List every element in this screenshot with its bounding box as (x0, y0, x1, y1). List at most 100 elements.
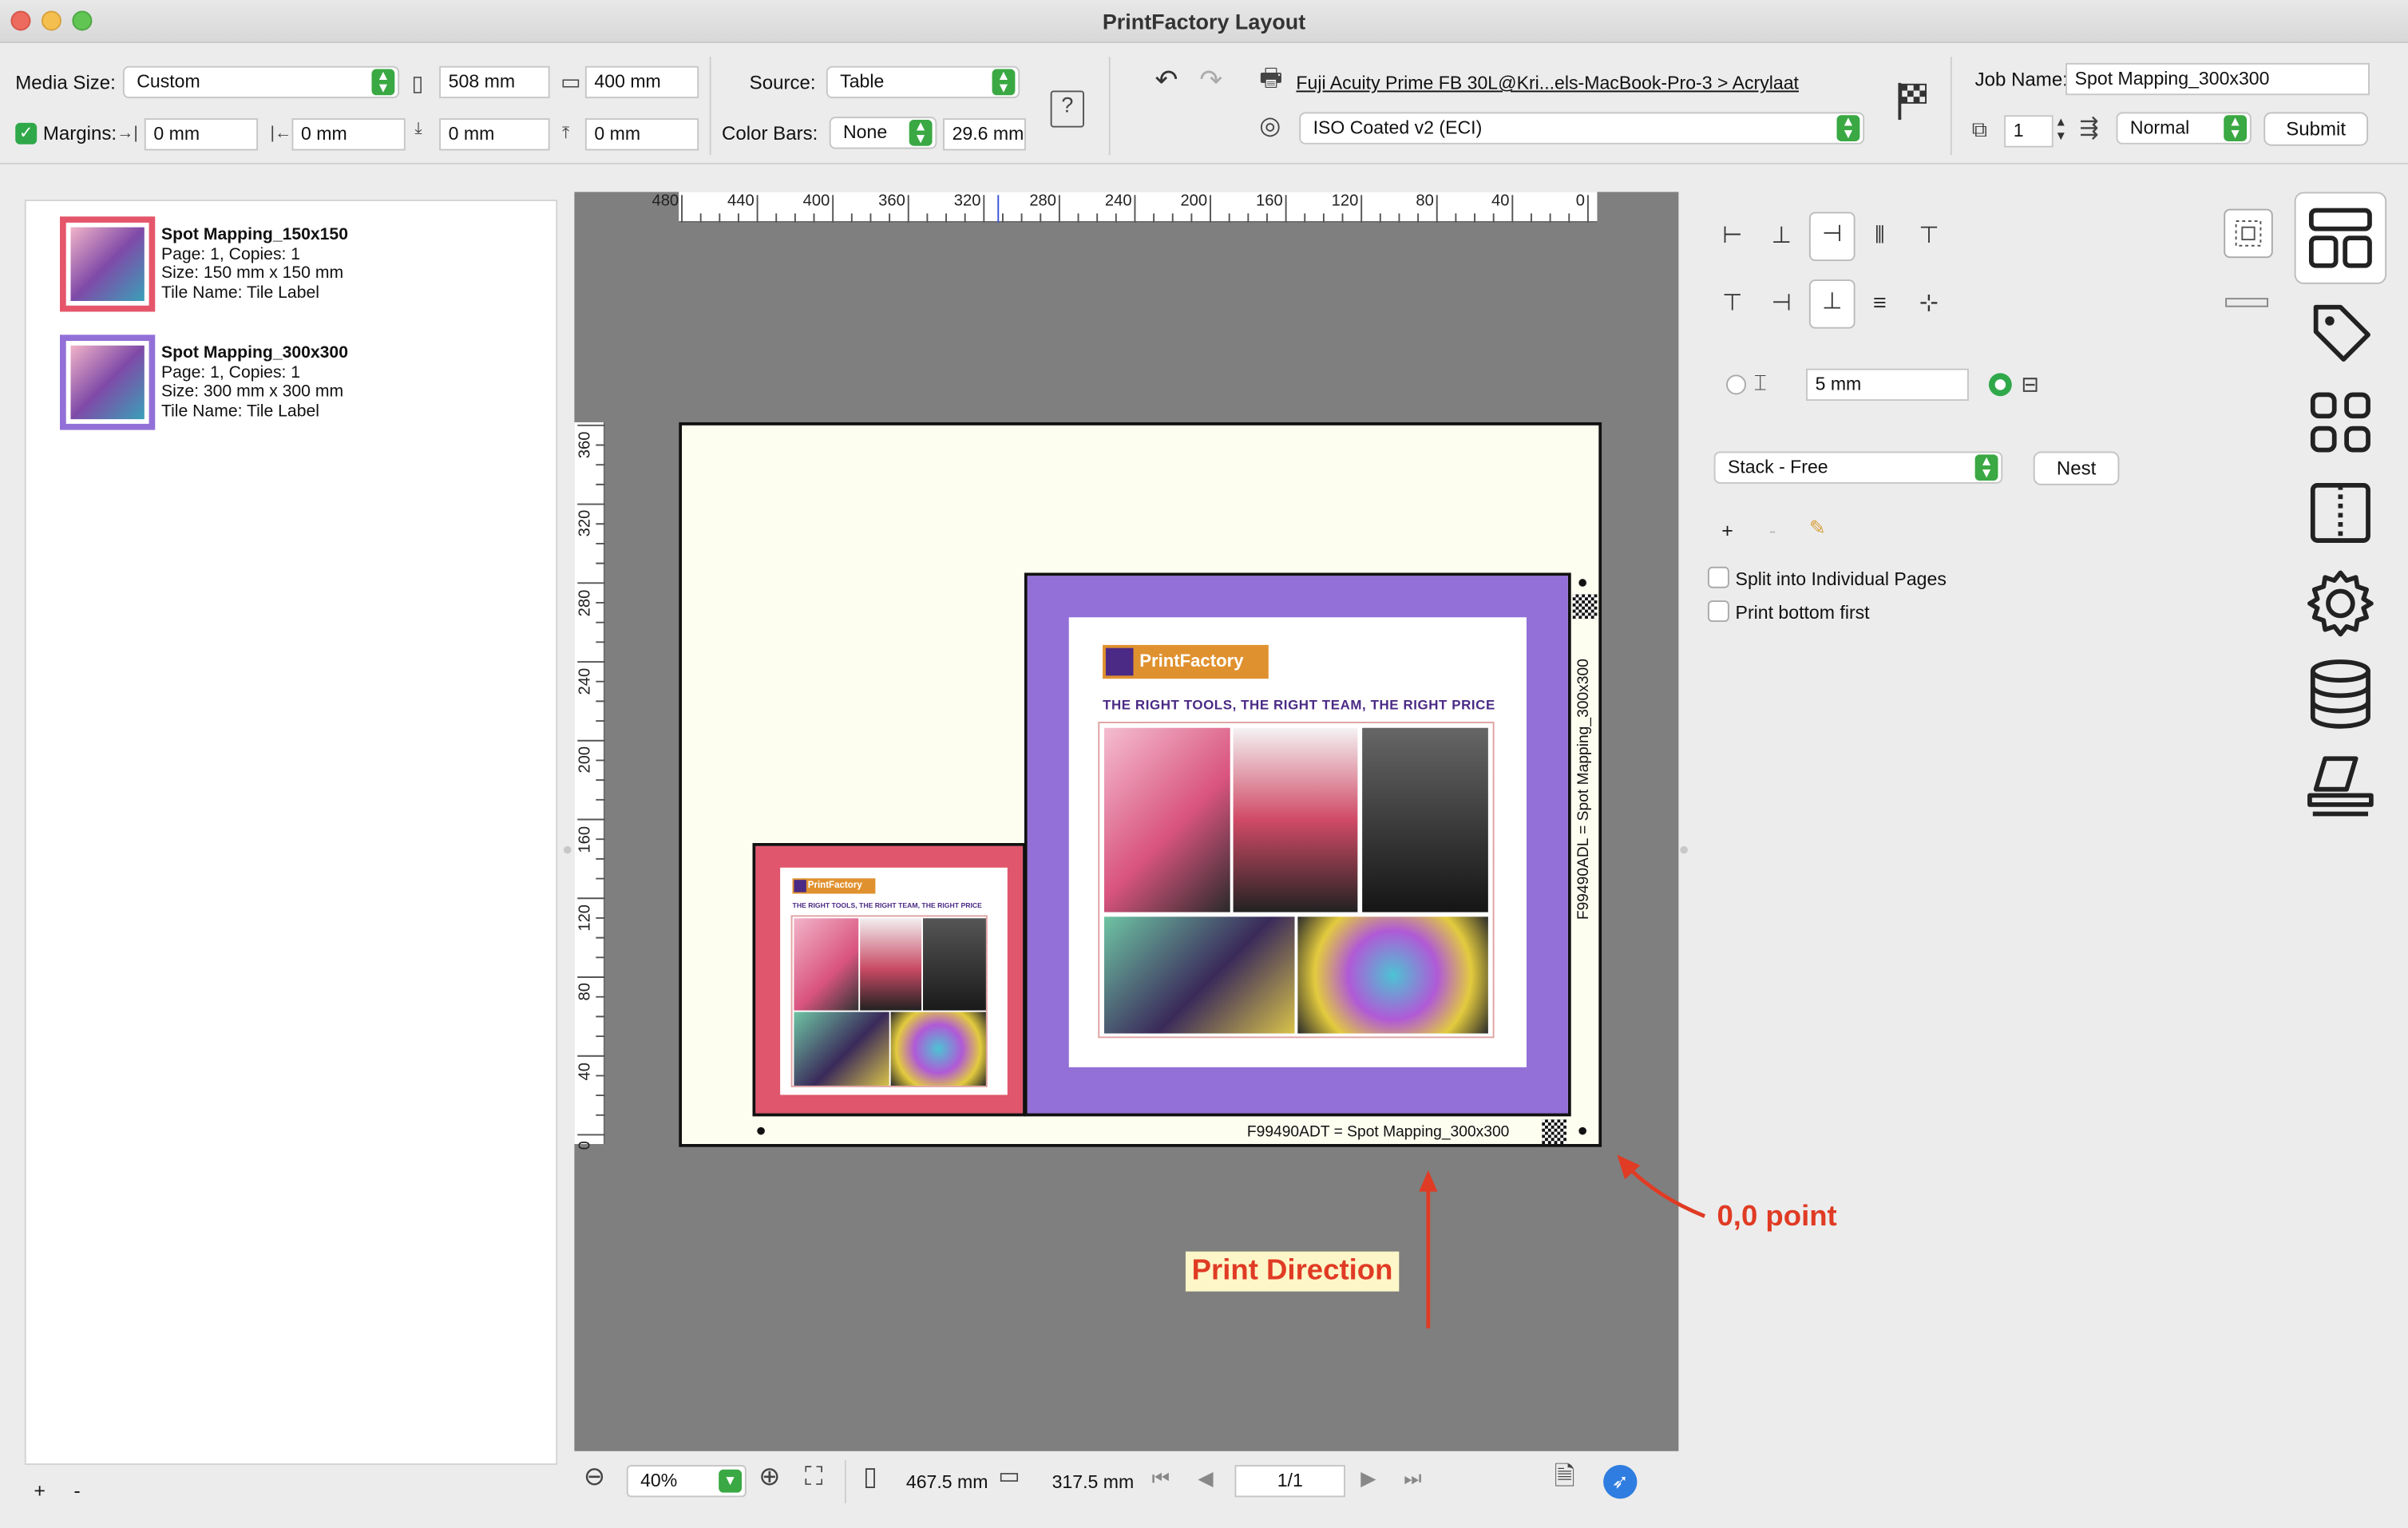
margin-right-icon: →| (117, 124, 138, 143)
gap-field[interactable]: 5 mm (1806, 368, 1969, 402)
title-bar: PrintFactory Layout (0, 0, 2408, 43)
spacing-radio-on[interactable] (1988, 373, 2012, 397)
registration-mark (1578, 1126, 1586, 1135)
last-page-icon[interactable]: ⏭ (1404, 1467, 1422, 1490)
zoom-out-icon[interactable]: ⊖ (584, 1463, 605, 1490)
color-bars-select[interactable]: None ▲ ▼ (829, 117, 937, 149)
align-top-icon[interactable]: ⊤ (1711, 283, 1754, 326)
tag-tab-icon[interactable] (2295, 286, 2386, 378)
copies-icon: ⧉ (1971, 117, 1988, 141)
layout-tab-icon[interactable] (2294, 192, 2387, 284)
media-size-label: Media Size: (15, 72, 116, 94)
print-preview-icon[interactable]: 🗎 (1555, 1463, 1575, 1490)
undo-icon[interactable]: ↶ (1154, 66, 1178, 94)
book-tab-icon[interactable] (2295, 467, 2386, 559)
nest-button[interactable]: Nest (2033, 451, 2120, 485)
print-direction-annotation: Print Direction (1185, 1251, 1400, 1292)
media-height-icon: ▭ (560, 69, 581, 94)
source-select[interactable]: Table ▲ ▼ (826, 65, 1020, 99)
job-list-item[interactable]: Spot Mapping_150x150 Page: 1, Copies: 1 Si… (60, 216, 536, 315)
checkered-flag-icon[interactable] (1892, 78, 1932, 121)
splitter-handle[interactable] (1680, 845, 1688, 854)
select-all-icon[interactable] (2224, 208, 2273, 259)
distribute-v-icon[interactable]: ≡ (1858, 283, 1901, 326)
page-field[interactable]: 1/1 (1234, 1465, 1345, 1498)
copies-stepper[interactable]: ▲ ▼ (2055, 115, 2067, 143)
top-ruler-label: 280 (1029, 192, 1057, 211)
registration-mark (757, 1126, 765, 1135)
print-bottom-first-checkbox[interactable] (1707, 600, 1729, 623)
add-rule-button[interactable]: + (1721, 519, 1733, 542)
first-page-icon[interactable]: ⏮ (1152, 1467, 1170, 1490)
next-page-icon[interactable]: ▶ (1360, 1467, 1376, 1490)
media-sheet[interactable]: PrintFactory THE RIGHT TOOLS, THE RIGHT … (679, 422, 1602, 1147)
photo-graffiti (1103, 916, 1295, 1034)
media-size-select[interactable]: Custom ▲ ▼ (122, 65, 400, 99)
job-title: Spot Mapping_150x150 (160, 225, 348, 244)
job-list-item[interactable]: Spot Mapping_300x300 Page: 1, Copies: 1 Si… (60, 334, 536, 433)
remove-job-button[interactable]: - (73, 1479, 80, 1502)
align-spread-icon[interactable]: ⊤ (1907, 215, 1951, 258)
fit-to-window-icon[interactable]: ⛶ (805, 1463, 823, 1490)
logo-text: PrintFactory (1139, 652, 1244, 671)
submit-button[interactable]: Submit (2263, 112, 2369, 146)
align-bottom-icon[interactable]: ⊥ (1808, 279, 1856, 329)
zoom-select[interactable]: 40% ▼ (626, 1465, 747, 1498)
media-width-field[interactable]: 508 mm (439, 65, 550, 99)
divider (844, 1460, 846, 1504)
margin-bottom-field[interactable]: 0 mm (439, 118, 550, 151)
color-profile-select[interactable]: ISO Coated v2 (ECI) ▲ ▼ (1299, 112, 1865, 144)
distribute-h-icon[interactable]: ⫴ (1858, 215, 1901, 258)
edit-pencil-icon[interactable]: ✎ (1809, 516, 1826, 540)
align-grid-icon[interactable]: ⊹ (1907, 283, 1951, 326)
printer-icon: 🖶 (1259, 65, 1283, 93)
splitter-handle[interactable] (563, 845, 572, 854)
copies-field[interactable]: 1 (2004, 115, 2054, 148)
safari-icon[interactable]: ➶ (1603, 1465, 1638, 1499)
split-pages-checkbox[interactable] (1707, 566, 1729, 588)
chevron-updown-icon: ▲ ▼ (1836, 114, 1860, 141)
margin-right-field[interactable]: 0 mm (144, 118, 259, 151)
color-bar-icon (2225, 298, 2269, 307)
margin-left-icon: |← (270, 124, 292, 143)
redo-icon[interactable]: ↷ (1199, 66, 1222, 94)
job-page-info: Page: 1, Copies: 1 (160, 362, 301, 382)
logo-mark-icon (1105, 647, 1134, 676)
printer-link[interactable]: Fuji Acuity Prime FB 30L@Kri...els-MacBo… (1296, 72, 1799, 93)
split-pages-label: Split into Individual Pages (1735, 568, 1947, 590)
width-measure-icon: ▯ (863, 1462, 878, 1491)
tile-300x300[interactable]: PrintFactory THE RIGHT TOOLS, THE RIGHT … (1024, 572, 1571, 1117)
align-middle-v-icon[interactable]: ⊣ (1760, 283, 1803, 326)
tile-150x150[interactable]: PrintFactory THE RIGHT TOOLS, THE RIGHT … (752, 843, 1026, 1117)
stack-mode-value: Stack - Free (1727, 456, 1828, 478)
margin-left-field[interactable]: 0 mm (291, 118, 406, 151)
photo-smoke (860, 918, 922, 1011)
align-right-icon[interactable]: ⊣ (1808, 212, 1856, 261)
align-center-h-icon[interactable]: ⊥ (1760, 215, 1803, 258)
photo-graffiti (794, 1011, 889, 1086)
grid-tab-icon[interactable] (2295, 376, 2386, 468)
media-height-field[interactable]: 400 mm (584, 65, 699, 99)
job-name-field[interactable]: Spot Mapping_300x300 (2065, 62, 2370, 96)
tile-label-bottom: F99490ADT = Spot Mapping_300x300 (1246, 1124, 1510, 1142)
source-value: Table (840, 70, 885, 93)
print-tab-icon[interactable] (2295, 740, 2386, 832)
color-bars-size-field[interactable]: 29.6 mm (943, 118, 1026, 151)
help-icon[interactable]: ? (1050, 90, 1084, 128)
margins-checkbox[interactable]: ✓ (15, 122, 38, 144)
previous-page-icon[interactable]: ◀ (1198, 1467, 1213, 1490)
spacing-radio-off[interactable] (1726, 374, 1747, 395)
margin-top-field[interactable]: 0 mm (584, 118, 699, 151)
zoom-in-icon[interactable]: ⊕ (758, 1463, 780, 1490)
top-ruler-label: 480 (652, 192, 679, 211)
database-tab-icon[interactable] (2295, 648, 2386, 740)
align-left-icon[interactable]: ⊢ (1711, 215, 1754, 258)
layout-height-value: 317.5 mm (1052, 1471, 1135, 1493)
settings-gear-icon[interactable] (2295, 557, 2386, 649)
color-bars-value: None (843, 121, 888, 143)
add-job-button[interactable]: + (34, 1479, 46, 1502)
top-ruler-label: 0 (1575, 192, 1586, 211)
remove-rule-button[interactable]: - (1769, 519, 1776, 542)
priority-select[interactable]: Normal ▲ ▼ (2116, 112, 2252, 144)
stack-mode-select[interactable]: Stack - Free ▲ ▼ (1713, 451, 2003, 484)
